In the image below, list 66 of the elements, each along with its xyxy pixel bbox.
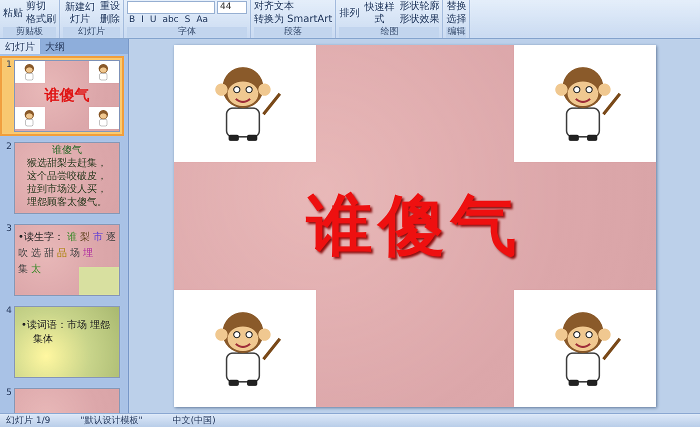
ribbon-button[interactable]: 重设 <box>100 1 120 13</box>
slide-thumbnail-row[interactable]: 3 •读生字： 谁 梨 市 逐 吹 选 甜 品 场 埋 集 太 <box>0 220 124 300</box>
slide-thumbnail-row[interactable]: 5 <box>0 384 124 413</box>
group-label: 编辑 <box>446 27 466 38</box>
format-button[interactable]: U <box>148 15 158 26</box>
character-text: 集 <box>18 263 28 276</box>
ribbon-button[interactable]: 粘贴 <box>3 8 23 20</box>
slide-thumbnail-row[interactable]: 2 谁傻气 猴选甜梨去赶集， 这个品尝咬破皮， 拉到市场没人买， 埋怨顾客太傻气。 <box>0 138 124 218</box>
ribbon-button[interactable]: 替换 <box>446 1 466 13</box>
ribbon-button[interactable]: 格式刷 <box>26 14 56 26</box>
character-text: 埋 <box>83 247 93 260</box>
group-label: 剪贴板 <box>3 27 56 38</box>
character-text: 吹 <box>18 247 28 260</box>
slide-title: 谁傻气 <box>43 85 90 106</box>
group-label: 绘图 <box>339 27 440 38</box>
words-line: 集体 <box>32 333 54 347</box>
slide-thumbnail-row[interactable]: 4 •读词语：市场 埋怨 集体 <box>0 302 124 382</box>
ribbon-button[interactable]: 转换为 SmartArt <box>254 14 332 26</box>
character-text: 谁 <box>66 230 77 244</box>
character-text: 太 <box>31 262 41 276</box>
ribbon-button[interactable]: 形状轮廓 <box>399 1 440 13</box>
group-label: 段落 <box>254 27 332 38</box>
ribbon-button[interactable]: 快速样式 <box>362 2 396 26</box>
format-button[interactable]: B <box>127 15 138 26</box>
ribbon-button[interactable]: 形状效果 <box>399 14 440 26</box>
words-line: •读词语：市场 埋怨 <box>21 319 112 333</box>
group-label: 幻灯片 <box>63 27 120 38</box>
slide-number: 3 <box>5 224 13 234</box>
slide-number: 2 <box>5 142 13 152</box>
status-text: 中文(中国) <box>172 414 216 427</box>
font-size-field[interactable]: 44 <box>217 1 247 14</box>
ribbon-button[interactable]: 选择 <box>446 14 466 26</box>
character-text: 市 <box>92 230 103 244</box>
format-button[interactable]: S <box>182 15 192 26</box>
character-text: •读生字： <box>18 230 64 244</box>
status-text: "默认设计模板" <box>80 414 143 427</box>
panel-tab[interactable]: 幻灯片 <box>0 39 40 54</box>
character-text: 品 <box>57 247 67 260</box>
character-text: 梨 <box>80 230 90 244</box>
character-text: 逐 <box>106 230 116 244</box>
ribbon-button[interactable]: 删除 <box>100 14 120 26</box>
status-text: 幻灯片 1/9 <box>6 414 50 427</box>
format-button[interactable]: I <box>139 15 146 26</box>
poem-line: 埋怨顾客太傻气。 <box>27 196 107 209</box>
slide-title: 谁傻气 <box>304 186 524 266</box>
poem-line: 拉到市场没人买， <box>27 183 107 196</box>
group-label: 字体 <box>127 27 247 38</box>
format-button[interactable]: Aa <box>194 15 210 26</box>
character-text: 甜 <box>44 246 54 260</box>
slide-number: 4 <box>5 306 13 316</box>
poem-line: 猴选甜梨去赶集， <box>27 157 107 170</box>
poem-line: 这个品尝咬破皮， <box>27 170 107 183</box>
ribbon-button[interactable]: 剪切 <box>26 1 56 13</box>
slide-thumbnail-row[interactable]: 1 谁傻气 <box>0 56 124 136</box>
format-button[interactable]: abc <box>160 15 181 26</box>
ribbon-button[interactable]: 对齐文本 <box>254 1 332 13</box>
slide-number: 5 <box>5 388 13 398</box>
panel-tab[interactable]: 大纲 <box>40 39 70 54</box>
character-text: 场 <box>70 247 80 260</box>
ribbon-button[interactable]: 新建幻灯片 <box>63 2 97 26</box>
cartoon-picture <box>79 267 119 295</box>
slide-title: 谁傻气 <box>52 145 82 157</box>
font-name-field[interactable] <box>127 1 215 14</box>
character-text: 选 <box>31 246 41 260</box>
slide-number: 1 <box>5 60 13 70</box>
ribbon-button[interactable]: 排列 <box>339 8 360 20</box>
